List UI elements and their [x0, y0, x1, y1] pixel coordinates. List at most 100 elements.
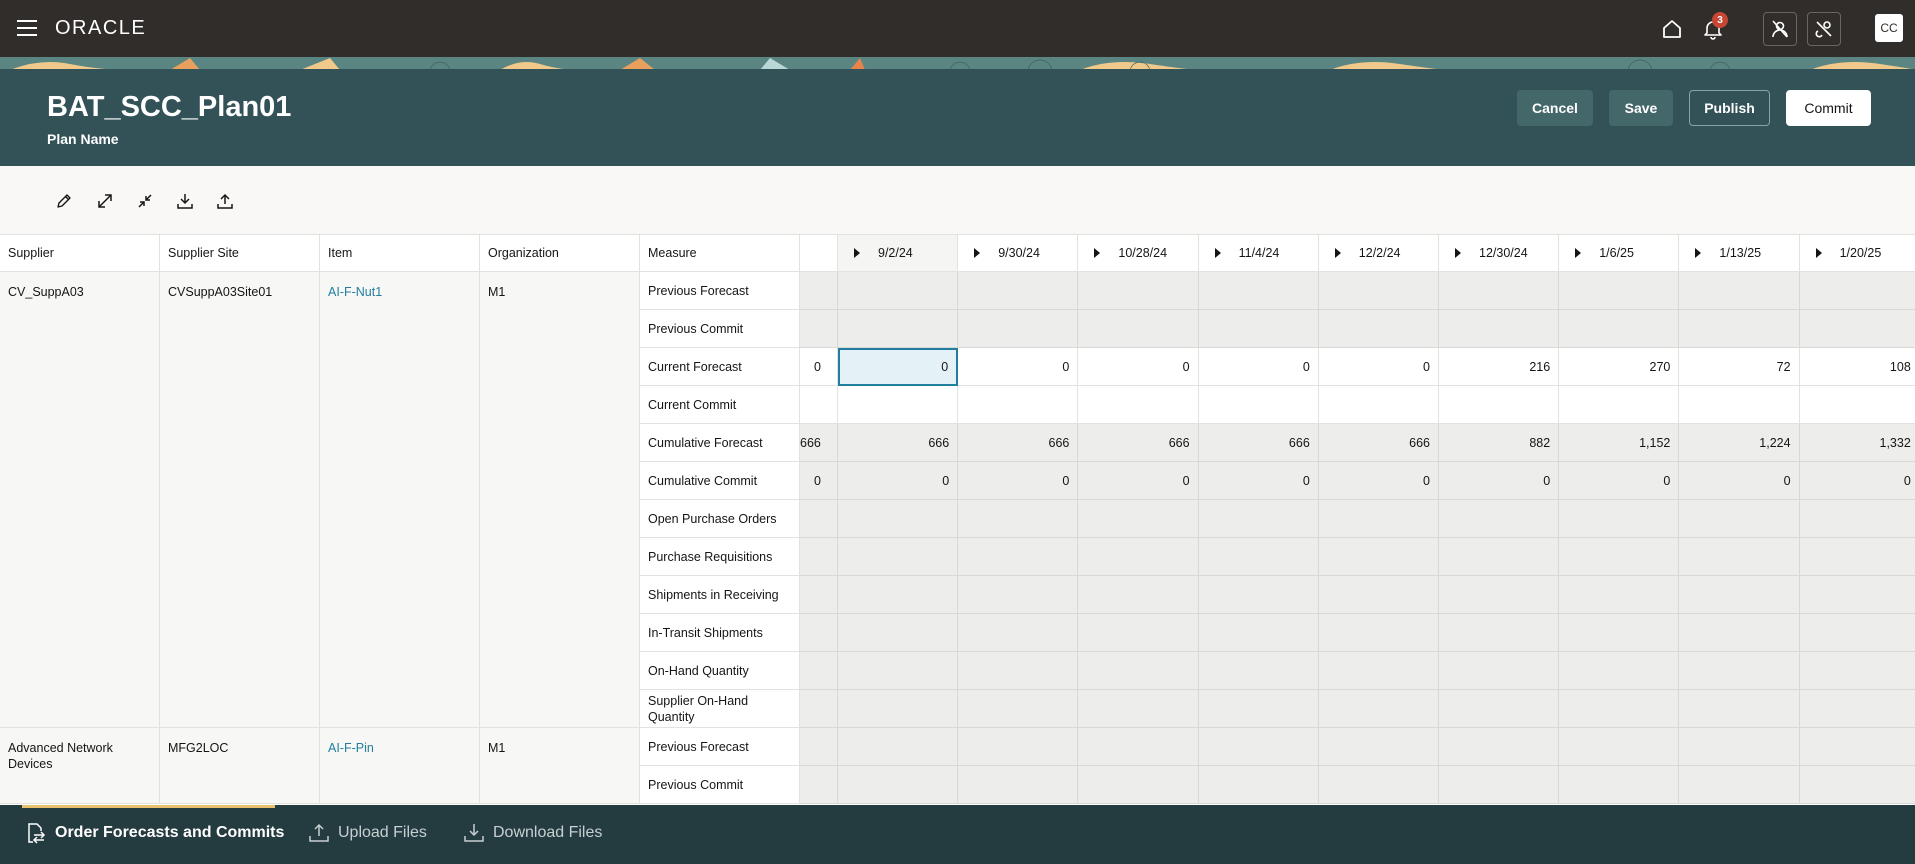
lead-value-cell [800, 538, 838, 576]
value-cell: 666 [1318, 424, 1439, 462]
tab-upload-files[interactable]: Upload Files [308, 822, 427, 844]
measure-label: Previous Commit [640, 310, 800, 348]
column-header-date[interactable]: 1/13/25 [1679, 235, 1800, 272]
tab-download-files[interactable]: Download Files [463, 822, 602, 844]
column-header-date[interactable]: 1/20/25 [1799, 235, 1915, 272]
expand-column-icon[interactable] [1214, 248, 1221, 258]
value-cell [1318, 500, 1439, 538]
value-cell [1799, 538, 1915, 576]
expand-column-icon[interactable] [1334, 248, 1341, 258]
expand-column-icon[interactable] [1575, 248, 1582, 258]
value-cell[interactable]: 0 [1318, 348, 1439, 386]
expand-column-icon[interactable] [1695, 248, 1702, 258]
value-cell [1078, 576, 1199, 614]
date-label: 10/28/24 [1118, 246, 1168, 260]
column-header-date[interactable]: 1/6/25 [1559, 235, 1680, 272]
value-cell[interactable]: 108 [1799, 348, 1915, 386]
expand-column-icon[interactable] [1094, 248, 1101, 258]
column-header-item[interactable]: Item [320, 235, 480, 272]
column-header-supplier-site[interactable]: Supplier Site [160, 235, 320, 272]
value-cell[interactable]: 0 [838, 348, 959, 386]
measure-label: Supplier On-Hand Quantity [640, 690, 800, 728]
value-cell[interactable] [1559, 386, 1680, 424]
value-cell[interactable] [1799, 386, 1915, 424]
value-cell [838, 690, 959, 728]
file-transfer-icon [28, 823, 46, 844]
value-cell[interactable]: 0 [1198, 348, 1319, 386]
lead-value-cell [800, 576, 838, 614]
value-cell[interactable]: 216 [1439, 348, 1560, 386]
column-header-date[interactable]: 12/2/24 [1318, 235, 1439, 272]
value-cell [1198, 614, 1319, 652]
value-cell[interactable] [1679, 386, 1800, 424]
column-header-organization[interactable]: Organization [480, 235, 640, 272]
tab-label: Upload Files [338, 824, 427, 841]
download-icon[interactable] [172, 188, 198, 214]
value-cell [1318, 272, 1439, 310]
value-cell [1439, 576, 1560, 614]
collapse-icon[interactable] [132, 188, 158, 214]
value-cell[interactable]: 0 [958, 348, 1079, 386]
footer-tabbar: Order Forecasts and Commits Upload Files… [0, 805, 1915, 864]
value-cell[interactable] [1198, 386, 1319, 424]
commit-button[interactable]: Commit [1786, 90, 1871, 126]
menu-icon[interactable] [17, 20, 37, 36]
column-header-date[interactable]: 9/2/24 [838, 235, 959, 272]
value-cell [958, 766, 1079, 804]
value-cell [1799, 310, 1915, 348]
lead-value-cell [800, 614, 838, 652]
edit-icon[interactable] [51, 188, 77, 214]
tab-label: Order Forecasts and Commits [55, 824, 285, 841]
column-header-measure[interactable]: Measure [640, 235, 800, 272]
page-title: BAT_SCC_Plan01 [47, 91, 292, 123]
value-cell [1679, 766, 1800, 804]
tab-order-forecasts-and-commits[interactable]: Order Forecasts and Commits [25, 822, 284, 844]
upload-icon[interactable] [212, 188, 238, 214]
value-cell [1078, 614, 1199, 652]
value-cell[interactable] [1439, 386, 1560, 424]
value-cell [1439, 272, 1560, 310]
expand-column-icon[interactable] [854, 248, 860, 258]
expand-icon[interactable] [92, 188, 118, 214]
value-cell [958, 690, 1079, 728]
measure-label: Cumulative Forecast [640, 424, 800, 462]
row-supplier-site: CVSuppA03Site01 [160, 272, 320, 728]
row-item[interactable]: AI-F-Nut1 [320, 272, 480, 728]
column-header-supplier[interactable]: Supplier [0, 235, 160, 272]
publish-button[interactable]: Publish [1689, 90, 1770, 126]
value-cell [1679, 500, 1800, 538]
value-cell [1799, 766, 1915, 804]
expand-column-icon[interactable] [1455, 248, 1461, 258]
column-header-date[interactable]: 10/28/24 [1078, 235, 1199, 272]
home-icon[interactable] [1655, 12, 1689, 46]
value-cell[interactable] [958, 386, 1079, 424]
user-off-button[interactable] [1763, 12, 1797, 46]
value-cell[interactable]: 72 [1679, 348, 1800, 386]
row-item[interactable]: AI-F-Pin [320, 728, 480, 804]
expand-column-icon[interactable] [1815, 248, 1822, 258]
value-cell[interactable] [1078, 386, 1199, 424]
item-link[interactable]: AI-F-Pin [328, 740, 374, 756]
value-cell: 0 [838, 462, 959, 500]
save-button[interactable]: Save [1609, 90, 1673, 126]
value-cell[interactable]: 270 [1559, 348, 1680, 386]
value-cell [1078, 538, 1199, 576]
location-off-button[interactable] [1807, 12, 1841, 46]
user-avatar[interactable]: CC [1875, 14, 1903, 42]
value-cell[interactable] [1318, 386, 1439, 424]
notifications-button[interactable]: 3 [1696, 12, 1730, 46]
column-header-date[interactable]: 12/30/24 [1439, 235, 1560, 272]
cancel-button[interactable]: Cancel [1517, 90, 1593, 126]
lead-value-cell: 0 [800, 348, 838, 386]
column-header-date[interactable]: 9/30/24 [958, 235, 1079, 272]
value-cell [958, 272, 1079, 310]
value-cell [1559, 614, 1680, 652]
active-tab-indicator [22, 805, 275, 808]
row-supplier-site: MFG2LOC [160, 728, 320, 804]
expand-column-icon[interactable] [974, 248, 981, 258]
item-link[interactable]: AI-F-Nut1 [328, 284, 382, 300]
column-header-date[interactable]: 11/4/24 [1198, 235, 1319, 272]
value-cell[interactable]: 0 [1078, 348, 1199, 386]
value-cell [958, 614, 1079, 652]
value-cell[interactable] [838, 386, 959, 424]
